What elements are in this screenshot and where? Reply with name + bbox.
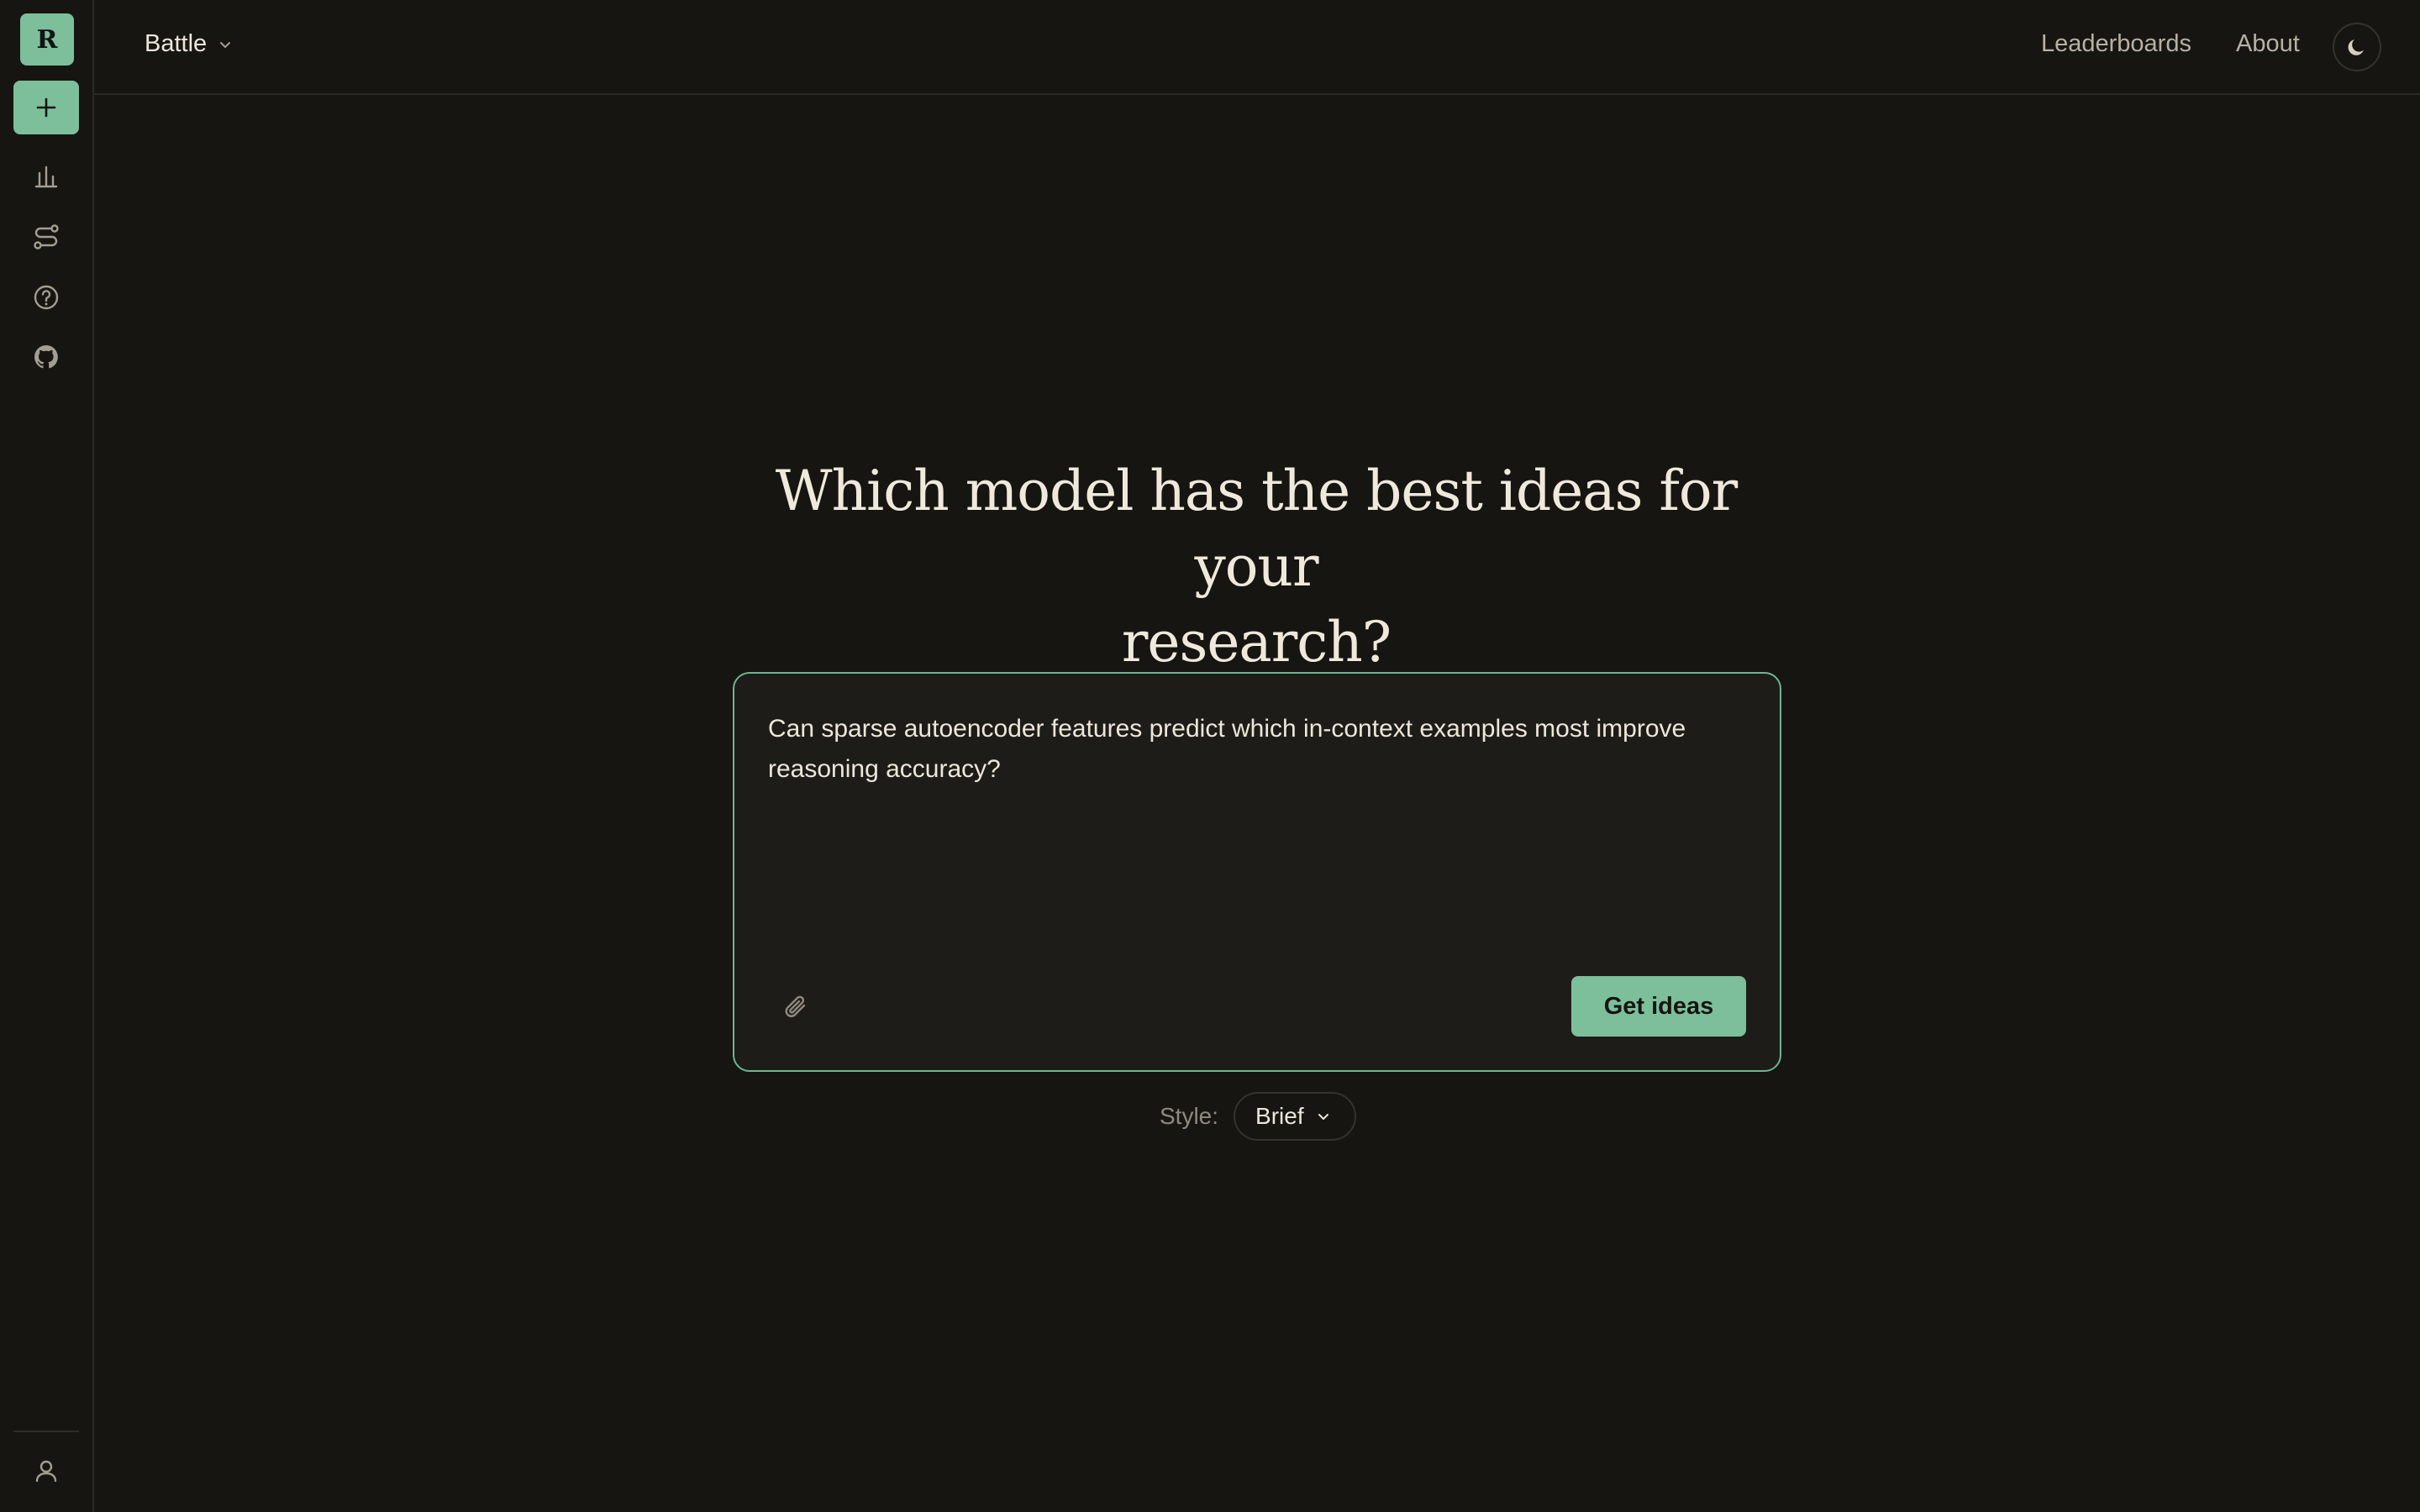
sidebar-item-help[interactable] [30, 281, 62, 313]
chevron-down-icon [1318, 1114, 1328, 1120]
headline-line-2: research? [1121, 610, 1392, 675]
sidebar-item-routes[interactable] [30, 221, 62, 253]
nav-about-link[interactable]: About [2236, 30, 2300, 58]
get-ideas-button[interactable]: Get ideas [1571, 976, 1746, 1037]
help-circle-icon [34, 285, 59, 310]
chevron-down-icon [220, 41, 231, 48]
attach-file-button[interactable] [776, 988, 815, 1026]
style-row: Style: Brief [1160, 1092, 1356, 1141]
sidebar: R [0, 0, 94, 1512]
bar-chart-icon [34, 165, 58, 188]
style-dropdown[interactable]: Brief [1234, 1092, 1356, 1141]
research-prompt-input[interactable]: Can sparse autoencoder features predict … [768, 709, 1718, 790]
account-button[interactable] [30, 1455, 62, 1487]
route-icon [34, 224, 59, 249]
page-headline: Which model has the best ideas for your … [723, 454, 1790, 680]
new-battle-button[interactable] [13, 81, 79, 134]
nav-leaderboards-link[interactable]: Leaderboards [2041, 30, 2191, 58]
moon-icon [2348, 39, 2364, 55]
mode-dropdown[interactable]: Battle [145, 30, 234, 58]
app-logo[interactable]: R [20, 13, 74, 66]
plus-icon [36, 97, 56, 118]
prompt-box: Can sparse autoencoder features predict … [733, 672, 1781, 1072]
sidebar-item-leaderboards[interactable] [30, 160, 62, 192]
headline-line-1: Which model has the best ideas for your [775, 459, 1738, 599]
paperclip-icon [785, 995, 806, 1017]
user-icon [35, 1460, 57, 1483]
sidebar-item-github[interactable] [30, 341, 62, 373]
style-label: Style: [1160, 1103, 1219, 1129]
github-icon [34, 344, 58, 369]
style-value: Brief [1255, 1103, 1304, 1129]
top-header: Battle Leaderboards About [94, 0, 2420, 95]
logo-letter: R [36, 24, 58, 55]
theme-toggle-button[interactable] [2333, 23, 2381, 71]
mode-label: Battle [145, 30, 208, 57]
sidebar-divider [13, 1431, 79, 1432]
